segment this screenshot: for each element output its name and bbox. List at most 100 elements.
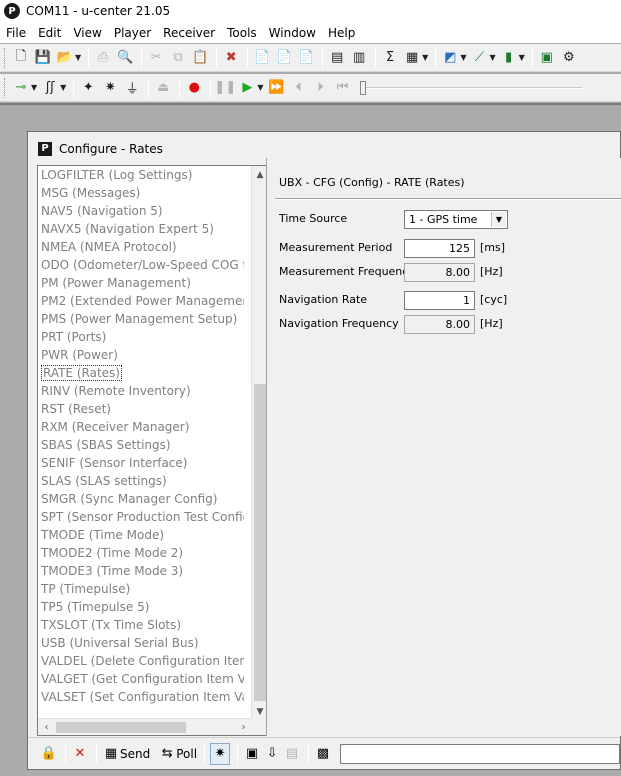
copy-icon[interactable]: ⧉ [168, 48, 188, 68]
chevron-down-icon[interactable]: ▼ [460, 53, 466, 62]
save-icon[interactable]: 💾 [33, 48, 53, 68]
gear-icon[interactable]: ⚙ [559, 48, 579, 68]
slider-thumb[interactable] [360, 80, 367, 95]
chevron-down-icon[interactable]: ▼ [31, 83, 37, 92]
menu-file[interactable]: File [0, 26, 32, 40]
message-list-item[interactable]: ODO (Odometer/Low-Speed COG filte [38, 256, 244, 274]
receiver-icon[interactable]: ✷ [100, 78, 120, 98]
measurement-period-input[interactable]: 125 [404, 239, 475, 258]
pause-icon[interactable]: ❚❚ [214, 78, 236, 98]
map-icon[interactable]: ◩ [440, 48, 460, 68]
chevron-down-icon[interactable]: ▼ [75, 53, 81, 62]
cut-icon[interactable]: ✂ [146, 48, 166, 68]
chart-icon[interactable]: ⟋ [469, 48, 489, 68]
step-back-icon[interactable]: ⏴ [288, 78, 308, 98]
navigation-rate-input[interactable]: 1 [404, 291, 475, 310]
step-forward-icon[interactable]: ⏵ [310, 78, 330, 98]
message-list-item[interactable]: RST (Reset) [38, 400, 244, 418]
message-list-item[interactable]: RATE (Rates) [38, 364, 244, 382]
paste-icon[interactable]: 📋 [190, 48, 210, 68]
antenna-icon[interactable]: ⏚ [122, 78, 142, 98]
message-list[interactable]: LOGFILTER (Log Settings) MSG (Messages) NA… [37, 165, 269, 736]
vertical-scroll-thumb[interactable] [254, 384, 266, 701]
batch-button[interactable]: ▩ [314, 743, 332, 765]
message-list-item[interactable]: LOGFILTER (Log Settings) [38, 166, 244, 184]
compare-button[interactable]: ▤ [283, 743, 301, 765]
menu-view[interactable]: View [67, 26, 107, 40]
export-icon[interactable]: 📄 [252, 48, 272, 68]
new-file-icon[interactable]: 🗋 [11, 48, 31, 68]
erase-icon[interactable]: ✖ [221, 48, 241, 68]
message-list-item[interactable]: PM (Power Management) [38, 274, 244, 292]
send-button[interactable]: ▦ Send [102, 743, 150, 765]
message-list-item[interactable]: TMODE3 (Time Mode 3) [38, 562, 244, 580]
open-icon[interactable]: 📂 [55, 48, 75, 68]
scroll-left-icon[interactable]: ‹ [38, 719, 55, 735]
message-list-item[interactable]: USB (Universal Serial Bus) [38, 634, 244, 652]
message-list-item[interactable]: TP5 (Timepulse 5) [38, 598, 244, 616]
message-list-item[interactable]: TP (Timepulse) [38, 580, 244, 598]
record-icon[interactable]: ● [184, 78, 204, 98]
menu-window[interactable]: Window [263, 26, 322, 40]
revert-button[interactable]: ✕ [71, 743, 89, 765]
poll-button[interactable]: ⇆ Poll [158, 743, 197, 765]
message-list-item[interactable]: SMGR (Sync Manager Config) [38, 490, 244, 508]
message-list-item[interactable]: TXSLOT (Tx Time Slots) [38, 616, 244, 634]
chevron-down-icon[interactable]: ▼ [422, 53, 428, 62]
message-list-item[interactable]: SLAS (SLAS settings) [38, 472, 244, 490]
menu-edit[interactable]: Edit [32, 26, 67, 40]
autobaud-icon[interactable]: ✦ [78, 78, 98, 98]
chevron-down-icon[interactable]: ▼ [257, 83, 263, 92]
message-list-item[interactable]: NAVX5 (Navigation Expert 5) [38, 220, 244, 238]
time-source-select[interactable]: 1 - GPS time ▼ [404, 210, 508, 229]
chevron-down-icon[interactable]: ▼ [60, 83, 66, 92]
message-list-item[interactable]: VALDEL (Delete Configuration Item V [38, 652, 244, 670]
lock-button[interactable]: 🔒 [40, 743, 58, 765]
message-list-item[interactable]: SENIF (Sensor Interface) [38, 454, 244, 472]
message-list-item[interactable]: PWR (Power) [38, 346, 244, 364]
load-config-button[interactable]: ▣ [243, 743, 261, 765]
menu-receiver[interactable]: Receiver [157, 26, 221, 40]
message-list-item[interactable]: TMODE2 (Time Mode 2) [38, 544, 244, 562]
save-config-button[interactable]: ⇩ [263, 743, 281, 765]
chevron-down-icon[interactable]: ▼ [491, 212, 506, 227]
message-list-item[interactable]: RXM (Receiver Manager) [38, 418, 244, 436]
message-list-item[interactable]: PMS (Power Management Setup) [38, 310, 244, 328]
chevron-down-icon[interactable]: ▼ [519, 53, 525, 62]
playback-slider[interactable] [360, 78, 583, 98]
menu-help[interactable]: Help [322, 26, 361, 40]
message-list-item[interactable]: NMEA (NMEA Protocol) [38, 238, 244, 256]
menu-player[interactable]: Player [108, 26, 157, 40]
scroll-right-icon[interactable]: › [235, 719, 252, 735]
import-icon[interactable]: 📄 [274, 48, 294, 68]
message-list-item[interactable]: VALGET (Get Configuration Item Valu [38, 670, 244, 688]
auto-poll-button[interactable]: ✷ [210, 742, 231, 765]
console-icon[interactable]: ▣ [537, 48, 557, 68]
fast-forward-icon[interactable]: ⏩ [266, 78, 286, 98]
play-icon[interactable]: ▶ [237, 78, 257, 98]
properties-icon[interactable]: 📄 [296, 48, 316, 68]
message-list-item[interactable]: PRT (Ports) [38, 328, 244, 346]
layout-icon[interactable]: ▥ [349, 48, 369, 68]
message-list-item[interactable]: PM2 (Extended Power Management) [38, 292, 244, 310]
docking-icon[interactable]: ▤ [327, 48, 347, 68]
connection-icon[interactable]: ⊸ [11, 78, 31, 98]
message-list-item[interactable]: MSG (Messages) [38, 184, 244, 202]
sigma-icon[interactable]: Σ [380, 48, 400, 68]
rewind-icon[interactable]: ⏮ [332, 78, 352, 98]
print-icon[interactable]: ⎙ [93, 48, 113, 68]
horizontal-scrollbar[interactable]: ‹ › [38, 718, 252, 735]
message-list-item[interactable]: VALSET (Set Configuration Item Value [38, 688, 244, 706]
bar-chart-icon[interactable]: ▮ [499, 48, 519, 68]
horizontal-scroll-thumb[interactable] [56, 722, 186, 733]
message-list-item[interactable]: NAV5 (Navigation 5) [38, 202, 244, 220]
print-preview-icon[interactable]: 🔍 [115, 48, 135, 68]
eject-icon[interactable]: ⏏ [153, 78, 173, 98]
baudrate-icon[interactable]: ʃʃ [40, 78, 60, 98]
message-list-item[interactable]: SBAS (SBAS Settings) [38, 436, 244, 454]
message-list-item[interactable]: RINV (Remote Inventory) [38, 382, 244, 400]
message-list-item[interactable]: SPT (Sensor Production Test Config) [38, 508, 244, 526]
menu-tools[interactable]: Tools [221, 26, 263, 40]
chevron-down-icon[interactable]: ▼ [489, 53, 495, 62]
table-icon[interactable]: ▦ [402, 48, 422, 68]
